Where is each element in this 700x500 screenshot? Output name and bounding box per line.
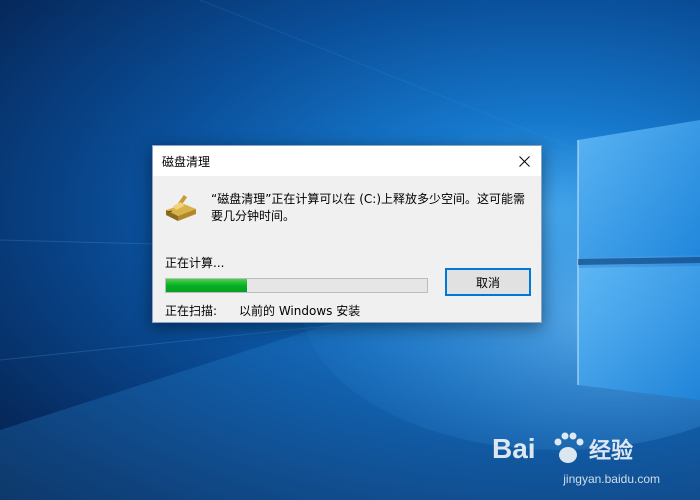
watermark-url: jingyan.baidu.com	[563, 472, 660, 486]
watermark-brand: Bai	[492, 433, 536, 464]
baidu-paw-icon	[554, 432, 584, 463]
watermark-brand-suffix: 经验	[589, 438, 633, 464]
dialog-message: “磁盘清理”正在计算可以在 (C:)上释放多少空间。这可能需要几分钟时间。	[211, 192, 526, 223]
desktop-background: 磁盘清理 “磁盘清理”正在计算可以在 (C:)上释放多少空间。这可能需要几分钟时…	[0, 0, 700, 500]
close-icon	[518, 155, 530, 167]
progress-bar-fill	[166, 279, 247, 292]
scan-item: 以前的 Windows 安装	[239, 304, 361, 318]
disk-cleanup-icon	[164, 192, 198, 224]
title-bar[interactable]: 磁盘清理	[153, 146, 541, 176]
status-label: 正在计算...	[165, 256, 225, 270]
scan-label: 正在扫描:	[165, 304, 218, 318]
close-button[interactable]	[507, 146, 541, 176]
dialog-title: 磁盘清理	[162, 155, 211, 169]
progress-bar	[165, 278, 428, 293]
disk-cleanup-dialog: 磁盘清理 “磁盘清理”正在计算可以在 (C:)上释放多少空间。这可能需要几分钟时…	[152, 145, 542, 323]
cancel-button[interactable]: 取消	[445, 268, 531, 296]
baidu-jingyan-watermark: Bai 经验	[492, 432, 633, 464]
